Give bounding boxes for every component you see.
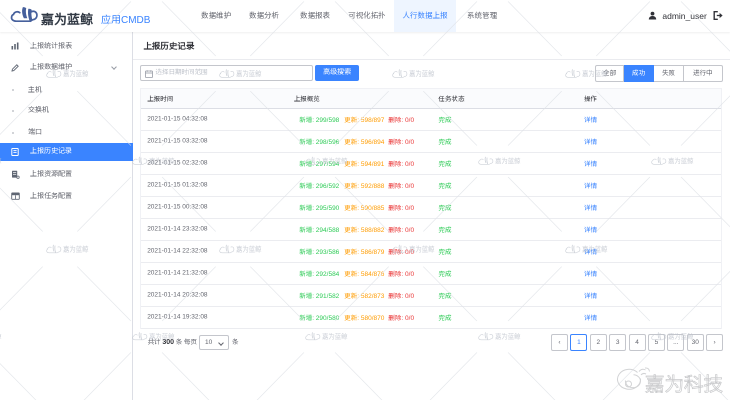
svg-text:嘉为科技: 嘉为科技 — [645, 368, 723, 397]
